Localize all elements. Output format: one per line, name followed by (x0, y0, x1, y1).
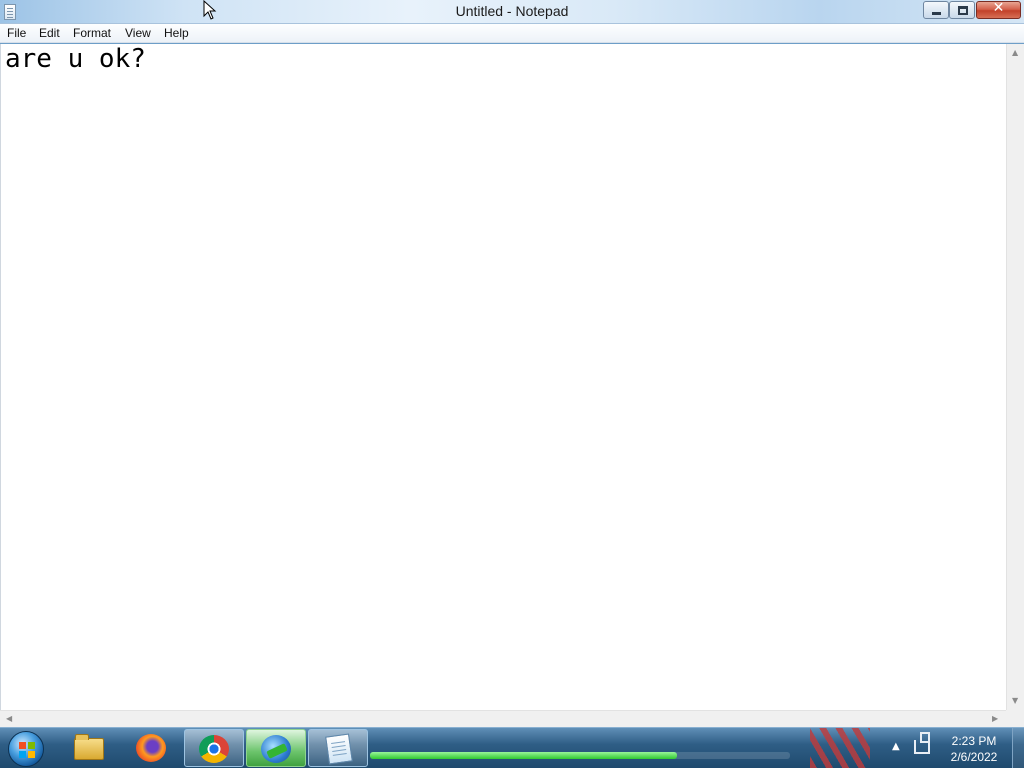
close-button[interactable]: ✕ (976, 0, 1021, 19)
title-bar[interactable]: Untitled - Notepad ✕ (0, 0, 1024, 24)
folder-icon (74, 734, 104, 760)
taskbar-notepad-button[interactable] (308, 729, 368, 767)
menu-view[interactable]: View (125, 26, 151, 40)
window-title: Untitled - Notepad (455, 3, 569, 19)
menu-file[interactable]: File (7, 26, 26, 40)
scroll-left-icon[interactable]: ◀ (6, 714, 12, 723)
maximize-button[interactable] (949, 1, 975, 19)
show-desktop-button[interactable] (1012, 728, 1024, 768)
clock-date: 2/6/2022 (950, 750, 998, 764)
taskbar-chrome-button[interactable] (184, 729, 244, 767)
download-progress-bar (370, 752, 790, 759)
editor-content[interactable]: are u ok? (5, 44, 146, 74)
text-editor[interactable]: are u ok? (0, 44, 1006, 710)
menu-format[interactable]: Format (73, 26, 111, 40)
minimize-icon (932, 12, 941, 15)
restore-icon (958, 6, 968, 15)
mouse-pointer-icon (203, 0, 217, 20)
scroll-down-icon[interactable]: ▼ (1012, 696, 1018, 705)
vertical-scrollbar[interactable]: ▲ ▼ (1006, 44, 1024, 710)
idm-icon (261, 735, 291, 763)
horizontal-scrollbar[interactable]: ◀ ▶ (0, 710, 1006, 727)
scrollbar-corner (1006, 710, 1024, 727)
menu-help[interactable]: Help (164, 26, 189, 40)
download-progress-fill (370, 752, 677, 759)
menu-bar: File Edit Format View Help (0, 24, 1024, 43)
windows-logo-icon (19, 742, 35, 758)
taskbar-explorer-button[interactable] (60, 729, 120, 767)
firefox-icon (136, 734, 166, 762)
network-icon[interactable] (914, 732, 930, 754)
chrome-icon (199, 735, 229, 763)
taskbar: ▲ 2:23 PM 2/6/2022 (0, 727, 1024, 768)
notepad-icon (325, 733, 353, 765)
clock[interactable]: 2:23 PM 2/6/2022 (938, 733, 1010, 765)
scroll-up-icon[interactable]: ▲ (1012, 48, 1018, 57)
taskbar-firefox-button[interactable] (122, 729, 182, 767)
menu-edit[interactable]: Edit (39, 26, 60, 40)
close-icon: ✕ (992, 0, 1005, 16)
show-hidden-icons-icon[interactable]: ▲ (892, 741, 900, 752)
start-button[interactable] (8, 731, 44, 767)
taskbar-idm-button[interactable] (246, 729, 306, 767)
scroll-right-icon[interactable]: ▶ (992, 714, 998, 723)
tray-app-icon[interactable] (800, 728, 880, 768)
clock-time: 2:23 PM (951, 734, 997, 748)
minimize-button[interactable] (923, 1, 949, 19)
